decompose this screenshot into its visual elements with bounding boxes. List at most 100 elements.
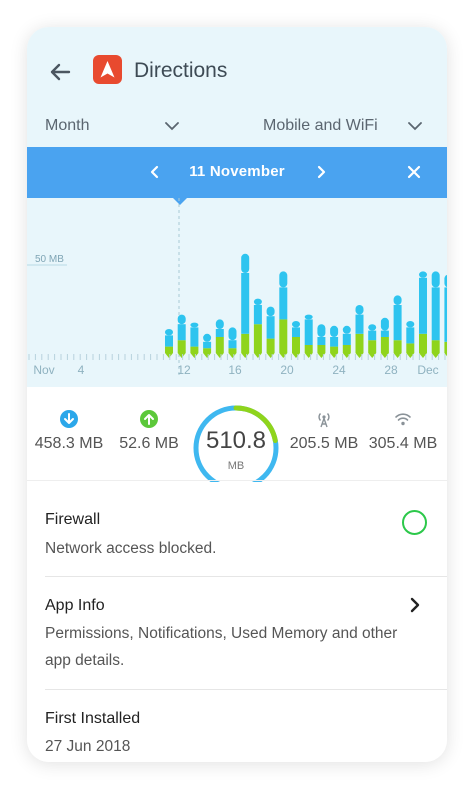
bar-segment[interactable] [292,321,300,328]
bar-segment[interactable] [279,319,288,353]
bar-segment[interactable] [406,327,415,344]
bar-segment[interactable] [253,298,262,305]
x-tick-label: Dec [417,363,438,377]
bar-segment[interactable] [444,341,447,353]
bar-segment[interactable] [380,337,389,353]
bar-segment[interactable] [355,305,364,315]
back-arrow-icon[interactable] [45,57,75,87]
chevron-down-icon [408,122,422,131]
bar-segment[interactable] [431,340,440,353]
bar-base-cap [304,353,313,358]
bar-segment[interactable] [444,287,447,342]
bar-segment[interactable] [304,314,313,320]
chevron-right-icon[interactable] [311,160,331,184]
bar-segment[interactable] [253,305,262,325]
bar-base-cap [165,353,173,358]
bar-segment[interactable] [253,324,262,353]
bar-segment[interactable] [241,333,250,353]
network-dropdown[interactable]: Mobile and WiFi [263,111,423,141]
bar-segment[interactable] [330,337,339,347]
bar-segment[interactable] [177,340,186,353]
download-stat: 458.3 MB [29,387,109,453]
bar-segment[interactable] [241,273,250,334]
bar-segment[interactable] [342,325,351,334]
bar-segment[interactable] [215,319,224,329]
bar-segment[interactable] [228,327,237,341]
bar-segment[interactable] [304,319,313,345]
close-icon[interactable] [403,161,425,183]
bar-segment[interactable] [266,316,275,339]
chevron-left-icon[interactable] [145,160,165,184]
bar-segment[interactable] [368,324,377,331]
reference-label: 50 MB [35,254,64,265]
bar-segment[interactable] [355,314,364,334]
bar-segment[interactable] [380,330,389,337]
bar-segment[interactable] [317,345,326,353]
bar-segment[interactable] [419,333,427,353]
bar-segment[interactable] [304,345,313,353]
x-tick-label: 4 [78,363,85,377]
bar-segment[interactable] [292,337,300,353]
bar-segment[interactable] [215,329,224,337]
navigation-arrow-icon [100,61,115,78]
bar-segment[interactable] [177,314,186,325]
bar-base-cap [330,353,339,358]
bar-segment[interactable] [419,271,427,278]
bar-segment[interactable] [330,346,339,353]
bar-segment[interactable] [203,333,212,342]
bar-segment[interactable] [393,295,402,305]
period-dropdown[interactable]: Month [45,111,180,141]
bar-segment[interactable] [342,333,351,345]
bar-segment[interactable] [190,346,199,353]
bar-segment[interactable] [241,253,250,273]
bar-base-cap [241,353,250,358]
bar-segment[interactable] [203,341,212,349]
bar-segment[interactable] [368,330,377,341]
usage-chart-svg: 50 MB Nov 4 12 16 20 24 28 Dec [27,198,447,378]
bar-segment[interactable] [317,324,326,337]
bar-segment[interactable] [317,337,326,345]
bar-segment[interactable] [368,340,377,353]
bar-segment[interactable] [165,346,173,353]
firewall-toggle[interactable] [402,510,427,535]
bar-segment[interactable] [406,343,415,353]
period-dropdown-label: Month [45,117,90,134]
bar-segment[interactable] [215,337,224,353]
bar-segment[interactable] [266,306,275,317]
bar-base-cap [317,353,326,358]
upload-arrow-icon [140,410,158,428]
bar-segment[interactable] [393,305,402,341]
bar-segment[interactable] [431,271,440,288]
firewall-row[interactable]: Firewall Network access blocked. [27,482,447,577]
date-navigation-bar: 11 November [27,147,447,198]
bar-segment[interactable] [342,345,351,353]
bar-segment[interactable] [177,324,186,341]
app-info-row[interactable]: App Info Permissions, Notifications, Use… [27,577,447,689]
bar-base-cap [203,353,212,358]
bar-segment[interactable] [444,274,447,288]
bar-segment[interactable] [165,329,173,336]
bar-segment[interactable] [165,335,173,347]
bar-segment[interactable] [266,338,275,353]
bar-segment[interactable] [393,340,402,353]
bar-segment[interactable] [190,322,199,328]
chevron-right-icon[interactable] [407,596,423,614]
bar-segment[interactable] [431,287,440,341]
bar-segment[interactable] [419,277,427,334]
x-axis-labels: Nov 4 12 16 20 24 28 Dec [33,363,438,377]
bar-segment[interactable] [228,340,237,349]
download-arrow-icon [60,410,78,428]
bar-segment[interactable] [330,325,339,337]
bar-segment[interactable] [355,333,364,353]
bar-base-cap [342,353,351,358]
bar-base-cap [215,353,224,358]
bar-segment[interactable] [279,287,288,320]
bar-segment[interactable] [292,327,300,337]
bar-segment[interactable] [228,348,237,353]
bar-segment[interactable] [190,327,199,347]
bar-segment[interactable] [279,271,288,288]
usage-chart[interactable]: 50 MB Nov 4 12 16 20 24 28 Dec [27,198,447,387]
bar-segment[interactable] [380,317,389,331]
bar-segment[interactable] [203,348,212,353]
bar-segment[interactable] [406,321,415,328]
